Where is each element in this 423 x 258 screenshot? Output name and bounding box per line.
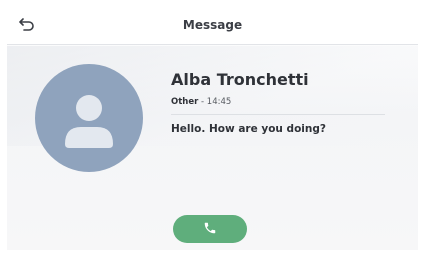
contact-name: Alba Tronchetti	[171, 70, 309, 89]
person-icon	[65, 95, 113, 148]
divider	[171, 114, 385, 115]
contact-type: Other	[171, 97, 199, 107]
message-meta: Other - 14:45	[171, 97, 231, 107]
message-time: 14:45	[206, 97, 232, 107]
phone-icon	[203, 220, 217, 239]
meta-separator: -	[198, 97, 207, 107]
header-bar: Message	[7, 6, 418, 45]
avatar	[35, 64, 143, 172]
page-title: Message	[182, 18, 243, 32]
call-button[interactable]	[173, 215, 247, 243]
message-text: Hello. How are you doing?	[171, 123, 326, 135]
message-screen: Message Alba Tronchetti Other - 14:45 He…	[7, 6, 418, 250]
